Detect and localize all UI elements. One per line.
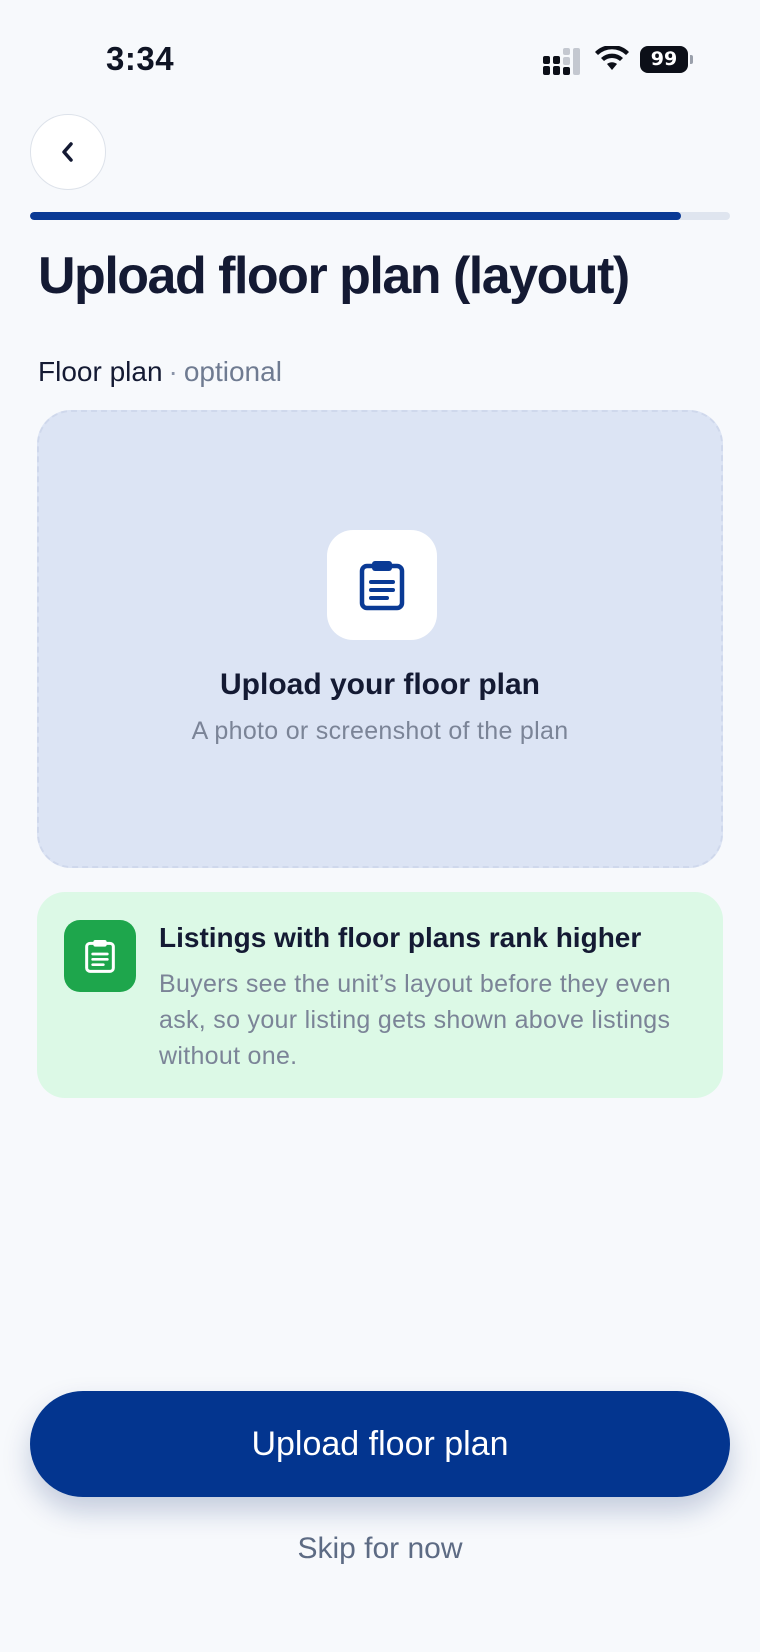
dropzone-icon-container xyxy=(327,530,437,640)
back-button[interactable] xyxy=(30,114,106,190)
clipboard-icon xyxy=(359,561,405,611)
wifi-icon xyxy=(595,44,629,77)
info-card-body: Buyers see the unit’s layout before they… xyxy=(159,970,671,1070)
field-label: Floor plan · optional xyxy=(38,356,282,388)
progress-bar xyxy=(30,212,730,220)
status-time: 3:34 xyxy=(106,40,175,77)
status-bar: 3:34 99 xyxy=(0,0,760,100)
info-card-title: Listings with floor plans rank higher xyxy=(159,922,642,953)
info-card-icon-container xyxy=(64,920,136,992)
progress-fill xyxy=(30,212,681,220)
battery-level: 99 xyxy=(640,46,688,73)
optional-label: optional xyxy=(183,356,282,387)
battery-icon: 99 xyxy=(640,46,693,73)
upload-dropzone[interactable]: Upload your floor plan A photo or screen… xyxy=(37,410,723,868)
signal-icon xyxy=(543,48,583,81)
dropzone-title: Upload your floor plan xyxy=(220,668,540,701)
chevron-left-icon xyxy=(62,142,73,162)
field-label-text: Floor plan xyxy=(38,356,163,387)
page-title: Upload floor plan (layout) xyxy=(38,247,630,305)
skip-for-now-link[interactable]: Skip for now xyxy=(0,1532,760,1566)
upload-floor-plan-button[interactable]: Upload floor plan xyxy=(30,1391,730,1497)
info-card: Listings with floor plans rank higher Bu… xyxy=(37,892,723,1098)
dropzone-subtitle: A photo or screenshot of the plan xyxy=(191,717,569,745)
field-label-separator: · xyxy=(168,356,178,387)
clipboard-icon xyxy=(85,940,115,973)
